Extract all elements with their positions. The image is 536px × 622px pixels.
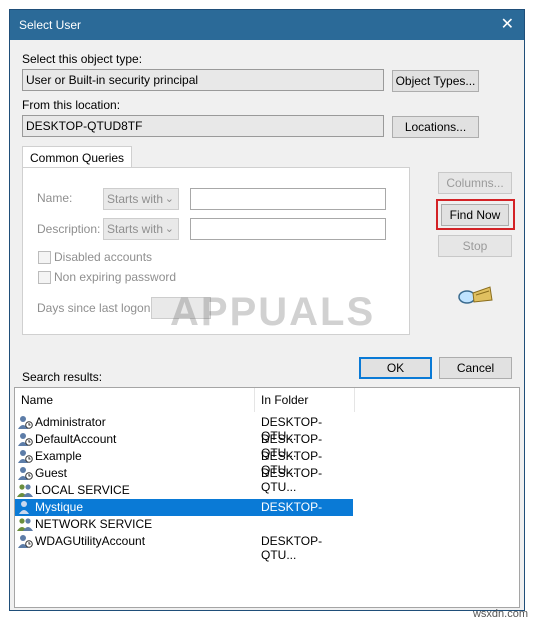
select-user-dialog: Select User ✕ Select this object type: U… [9, 9, 525, 611]
search-results-label: Search results: [22, 370, 103, 384]
user-icon [18, 467, 33, 480]
user-icon [18, 433, 33, 446]
object-type-label: Select this object type: [22, 52, 143, 66]
column-header-name[interactable]: Name [15, 388, 255, 412]
close-icon[interactable]: ✕ [501, 14, 514, 34]
name-mode-select[interactable]: Starts with ⌄ [103, 188, 179, 210]
result-row[interactable]: DefaultAccount DESKTOP-QTU... [15, 431, 353, 460]
disabled-accounts-checkbox[interactable] [38, 251, 51, 264]
locations-button[interactable]: Locations... [392, 116, 479, 138]
find-now-highlight [436, 199, 515, 230]
result-name: Example [35, 449, 82, 463]
description-mode-select[interactable]: Starts with ⌄ [103, 218, 179, 240]
chevron-down-icon: ⌄ [164, 223, 174, 235]
result-row[interactable]: Administrator DESKTOP-QTU... [15, 414, 353, 443]
user-icon [18, 416, 33, 429]
result-folder: DESKTOP-QTU... [261, 534, 323, 562]
appuals-watermark: APPUALS [170, 290, 376, 334]
group-icon [17, 518, 33, 531]
non-expiring-password-checkbox[interactable] [38, 271, 51, 284]
name-label: Name: [37, 191, 73, 205]
result-row[interactable]: WDAGUtilityAccount DESKTOP-QTU... [15, 533, 353, 562]
site-credit: wsxdn.com [472, 608, 528, 620]
group-icon [17, 484, 33, 497]
name-mode-value: Starts with [107, 192, 164, 206]
description-input[interactable] [190, 218, 386, 240]
user-icon [19, 501, 29, 514]
ok-button[interactable]: OK [359, 357, 432, 379]
location-label: From this location: [22, 98, 121, 112]
chevron-down-icon: ⌄ [164, 193, 174, 205]
title-bar: Select User ✕ [10, 10, 524, 40]
columns-button[interactable]: Columns... [438, 172, 512, 194]
result-name: NETWORK SERVICE [35, 517, 153, 531]
result-row[interactable]: Example DESKTOP-QTU... [15, 448, 353, 477]
search-flashlight-icon [458, 286, 493, 304]
result-name: DefaultAccount [35, 432, 117, 446]
result-row[interactable]: NETWORK SERVICE [15, 516, 353, 533]
user-icon [18, 535, 33, 548]
result-name: LOCAL SERVICE [35, 483, 130, 497]
location-field: DESKTOP-QTUD8TF [22, 115, 384, 137]
result-row[interactable]: LOCAL SERVICE [15, 482, 353, 499]
user-icon [18, 450, 33, 463]
name-input[interactable] [190, 188, 386, 210]
stop-button[interactable]: Stop [438, 235, 512, 257]
description-label: Description: [37, 222, 101, 236]
dialog-title: Select User [19, 18, 82, 32]
non-expiring-password-label: Non expiring password [54, 270, 177, 284]
result-row-selected[interactable]: Mystique DESKTOP-QTU... [15, 499, 353, 528]
description-mode-value: Starts with [107, 222, 164, 236]
days-since-logon-label: Days since last logon: [37, 301, 154, 315]
result-name: Guest [35, 466, 68, 480]
result-row[interactable]: Guest DESKTOP-QTU... [15, 465, 353, 494]
cancel-button[interactable]: Cancel [439, 357, 512, 379]
search-results-list[interactable]: Name In Folder Administrator DESKTOP-QTU… [14, 387, 520, 608]
object-types-button[interactable]: Object Types... [392, 70, 479, 92]
object-type-field: User or Built-in security principal [22, 69, 384, 91]
result-name: Administrator [35, 415, 106, 429]
column-header-in-folder[interactable]: In Folder [255, 388, 355, 412]
result-name: Mystique [35, 500, 84, 514]
result-name: WDAGUtilityAccount [35, 534, 146, 548]
disabled-accounts-label: Disabled accounts [54, 250, 153, 264]
